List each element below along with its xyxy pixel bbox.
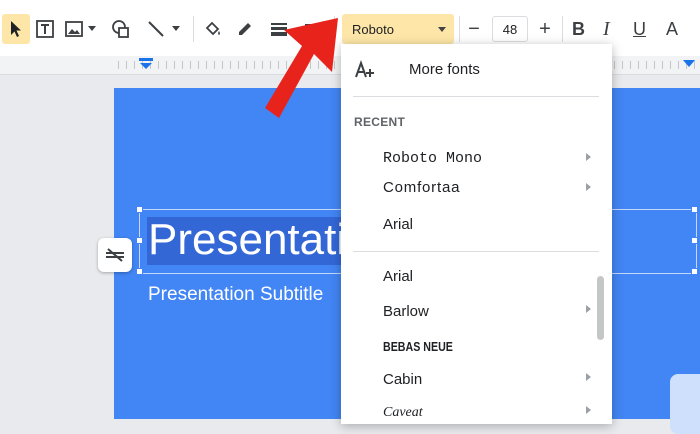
font-item-label: Cabin: [383, 371, 423, 388]
font-item-arial-recent[interactable]: Arial: [341, 213, 612, 237]
submenu-arrow-icon: [586, 153, 591, 161]
clear-formatting-button[interactable]: [98, 238, 132, 272]
more-fonts-item[interactable]: More fonts: [341, 56, 612, 84]
chevron-down-icon: [172, 26, 180, 31]
line-button[interactable]: [142, 14, 186, 44]
minus-icon: −: [468, 17, 480, 40]
underline-icon: U: [633, 19, 646, 39]
image-icon: [65, 21, 83, 37]
font-size-input[interactable]: 48: [492, 16, 528, 42]
slide-title[interactable]: Presentatio: [148, 214, 371, 266]
resize-handle[interactable]: [136, 206, 143, 213]
border-color-button[interactable]: [232, 14, 258, 44]
resize-handle[interactable]: [136, 237, 143, 244]
resize-handle[interactable]: [691, 237, 698, 244]
toolbar-divider: [562, 16, 563, 42]
resize-handle[interactable]: [691, 206, 698, 213]
font-dropdown-menu: More fonts RECENT Roboto Mono Comfortaa …: [341, 44, 612, 424]
recent-header: RECENT: [354, 115, 406, 129]
font-item-label: Barlow: [383, 303, 429, 320]
fill-color-button[interactable]: [200, 14, 226, 44]
underline-button[interactable]: U: [633, 17, 646, 41]
italic-icon: I: [603, 18, 610, 40]
menu-divider: [353, 251, 599, 252]
font-item-barlow[interactable]: Barlow: [341, 300, 612, 324]
bold-icon: B: [572, 19, 585, 39]
cursor-icon: [11, 21, 21, 37]
chevron-down-icon: [88, 26, 96, 31]
submenu-arrow-icon: [586, 305, 591, 313]
font-item-label: Arial: [383, 216, 414, 233]
shape-icon: [112, 20, 129, 38]
bold-button[interactable]: B: [572, 17, 585, 41]
text-box-icon: [36, 20, 54, 38]
toolbar-divider: [193, 16, 194, 42]
text-box-button[interactable]: [32, 14, 58, 44]
resize-handle[interactable]: [691, 268, 698, 275]
submenu-arrow-icon: [586, 406, 591, 414]
font-item-arial[interactable]: Arial: [341, 265, 612, 289]
text-color-button[interactable]: A: [666, 17, 678, 41]
font-item-label: BEBAS NEUE: [383, 339, 453, 354]
caret-down-icon: [438, 27, 446, 32]
font-item-label: Roboto Mono: [383, 150, 483, 167]
left-indent-marker-icon[interactable]: [139, 58, 153, 70]
submenu-arrow-icon: [586, 183, 591, 191]
toolbar-divider: [459, 16, 460, 42]
italic-button[interactable]: I: [603, 17, 610, 41]
text-color-icon: A: [666, 19, 679, 39]
font-family-dropdown[interactable]: Roboto: [342, 14, 454, 44]
font-item-label: Arial: [383, 268, 414, 285]
font-family-value: Roboto: [352, 21, 394, 37]
paint-bucket-icon: [205, 21, 220, 36]
decrease-font-size-button[interactable]: −: [462, 14, 486, 44]
font-item-bebas-neue[interactable]: BEBAS NEUE: [341, 335, 612, 359]
pencil-icon: [239, 23, 251, 35]
increase-font-size-button[interactable]: +: [533, 14, 557, 44]
font-size-value: 48: [502, 21, 518, 37]
side-panel-card: [670, 374, 700, 434]
plus-icon: +: [539, 17, 551, 40]
shape-button[interactable]: [106, 14, 134, 44]
insert-image-button[interactable]: [62, 14, 100, 44]
clear-formatting-icon: [106, 248, 124, 262]
select-tool-button[interactable]: [2, 14, 30, 44]
font-item-comfortaa[interactable]: Comfortaa: [341, 177, 612, 201]
slide-subtitle[interactable]: Presentation Subtitle: [148, 284, 323, 306]
font-item-cabin[interactable]: Cabin: [341, 368, 612, 392]
menu-divider: [353, 96, 599, 97]
font-item-caveat[interactable]: Caveat: [341, 401, 612, 424]
font-item-roboto-mono[interactable]: Roboto Mono: [341, 147, 612, 171]
menu-scrollbar[interactable]: [597, 276, 604, 340]
line-icon: [148, 21, 164, 37]
resize-handle[interactable]: [136, 268, 143, 275]
right-indent-marker-icon[interactable]: [682, 58, 696, 70]
font-item-label: Comfortaa: [383, 179, 461, 196]
more-fonts-label: More fonts: [409, 61, 480, 78]
submenu-arrow-icon: [586, 373, 591, 381]
add-font-icon: [355, 60, 374, 78]
red-arrow-annotation: [265, 18, 338, 118]
